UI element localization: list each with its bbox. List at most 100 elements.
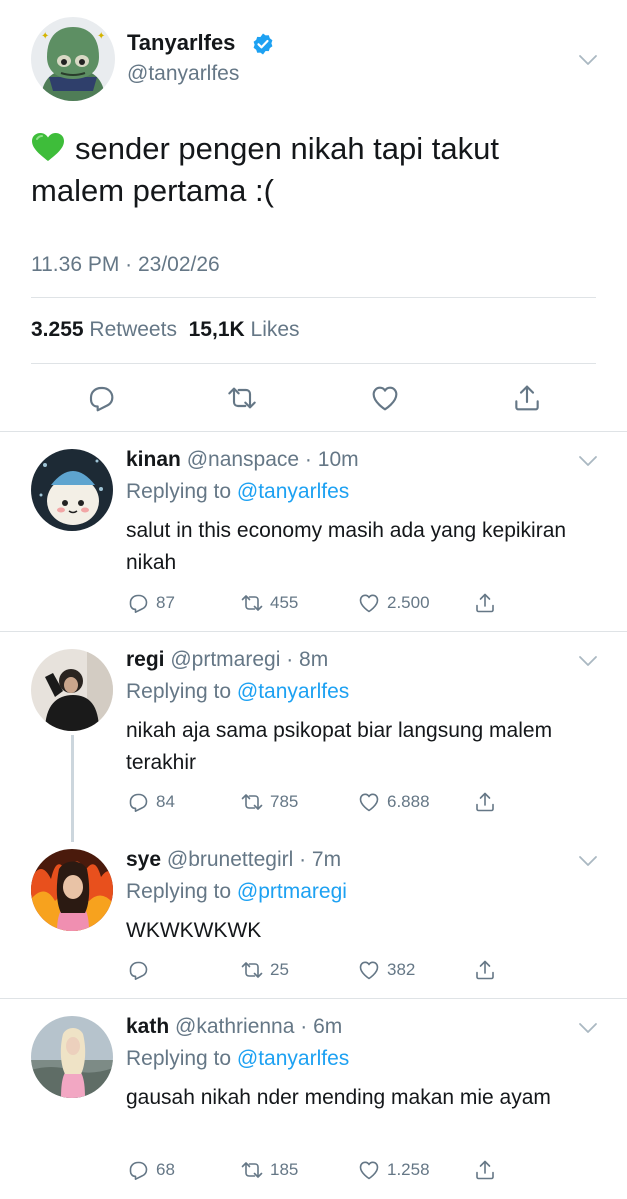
retweet-count: 185 [270, 1160, 299, 1179]
like-button[interactable]: 1.258 [357, 1158, 430, 1182]
reply-actions: 84 785 6.888 [126, 790, 606, 818]
reply-count: 87 [156, 593, 175, 612]
share-icon [473, 958, 497, 982]
like-icon [357, 958, 381, 982]
likes-count[interactable]: 15,1K [189, 318, 245, 341]
handle-time[interactable]: @nanspace · 10m [187, 448, 359, 471]
retweet-count: 785 [270, 792, 299, 811]
reply-tweet[interactable]: kinan @nanspace · 10m Replying to @tanya… [0, 432, 627, 632]
verified-badge-icon [251, 32, 275, 56]
retweet-icon [240, 790, 264, 814]
share-button[interactable] [473, 958, 503, 982]
share-icon [473, 1158, 497, 1182]
author-name[interactable]: Tanyarlfes [127, 30, 235, 56]
retweets-label[interactable]: Retweets [89, 318, 177, 341]
like-button[interactable]: 2.500 [357, 591, 430, 615]
chevron-down-icon[interactable] [577, 454, 599, 468]
reply-button[interactable]: 87 [126, 591, 175, 615]
likes-label[interactable]: Likes [251, 318, 300, 341]
replying-to-link[interactable]: @tanyarlfes [237, 680, 349, 703]
reply-tweet[interactable]: kath @kathrienna · 6m Replying to @tanya… [0, 999, 627, 1199]
chevron-down-icon[interactable] [577, 1021, 599, 1035]
replying-prefix: Replying to [126, 880, 232, 903]
handle-time[interactable]: @brunettegirl · 7m [167, 848, 341, 871]
reply-text: salut in this economy masih ada yang kep… [126, 519, 567, 574]
replying-to: Replying to @tanyarlfes [126, 1047, 349, 1071]
reply-actions: 68 185 1.258 [126, 1158, 606, 1186]
like-button[interactable]: 6.888 [357, 790, 430, 814]
author-avatar[interactable]: ✦ ✦ [31, 17, 115, 101]
share-icon [473, 591, 497, 615]
display-name[interactable]: regi [126, 648, 165, 671]
reply-tweet[interactable]: sye @brunettegirl · 7m Replying to @prtm… [0, 832, 627, 999]
avatar[interactable] [31, 649, 113, 731]
retweet-count: 455 [270, 593, 299, 612]
avatar[interactable] [31, 1016, 113, 1098]
chevron-down-icon[interactable] [577, 654, 599, 668]
retweet-icon [240, 591, 264, 615]
reply-tweet[interactable]: regi @prtmaregi · 8m Replying to @tanyar… [0, 632, 627, 842]
replying-to-link[interactable]: @tanyarlfes [237, 480, 349, 503]
like-button[interactable]: 382 [357, 958, 415, 982]
tweet-text: sender pengen nikah tapi takut malem per… [31, 128, 591, 212]
chevron-down-icon[interactable] [577, 53, 599, 67]
avatar[interactable] [31, 449, 113, 531]
handle-time[interactable]: @prtmaregi · 8m [170, 648, 328, 671]
reply-text: gausah nikah nder mending makan mie ayam [126, 1086, 551, 1109]
author-handle[interactable]: @tanyarlfes [127, 62, 239, 86]
reply-author[interactable]: kinan @nanspace · 10m [126, 448, 359, 472]
replying-to-link[interactable]: @tanyarlfes [237, 1047, 349, 1070]
reply-author[interactable]: sye @brunettegirl · 7m [126, 848, 341, 872]
tweet-timestamp[interactable]: 11.36 PM · 23/02/26 [31, 253, 220, 277]
replying-to: Replying to @tanyarlfes [126, 680, 349, 704]
share-button[interactable] [473, 591, 503, 615]
like-count: 2.500 [387, 593, 430, 612]
reply-text: WKWKWKWK [126, 919, 262, 942]
replying-to: Replying to @prtmaregi [126, 880, 347, 904]
reply-icon [126, 591, 150, 615]
display-name[interactable]: kath [126, 1015, 169, 1038]
like-icon [357, 790, 381, 814]
share-icon[interactable] [511, 382, 543, 414]
reply-button[interactable]: 68 [126, 1158, 175, 1182]
replying-prefix: Replying to [126, 480, 232, 503]
reply-author[interactable]: kath @kathrienna · 6m [126, 1015, 342, 1039]
reply-icon [126, 958, 150, 982]
display-name[interactable]: sye [126, 848, 161, 871]
retweet-icon[interactable] [226, 382, 258, 414]
retweet-icon [240, 1158, 264, 1182]
handle-time[interactable]: @kathrienna · 6m [175, 1015, 342, 1038]
share-icon [473, 790, 497, 814]
replying-to-link[interactable]: @prtmaregi [237, 880, 347, 903]
tweet-stats: 3.255 Retweets 15,1K Likes [31, 318, 300, 342]
main-tweet: ✦ ✦ Tanyarlfes @tanyarlfes sender pengen… [0, 0, 627, 432]
reply-actions: 25 382 [126, 958, 606, 986]
like-count: 382 [387, 960, 416, 979]
tweet-body: sender pengen nikah tapi takut malem per… [31, 131, 499, 208]
replying-to: Replying to @tanyarlfes [126, 480, 349, 504]
display-name[interactable]: kinan [126, 448, 181, 471]
like-icon [357, 591, 381, 615]
reply-button[interactable]: 84 [126, 790, 175, 814]
chevron-down-icon[interactable] [577, 854, 599, 868]
retweet-button[interactable]: 785 [240, 790, 298, 814]
retweets-count[interactable]: 3.255 [31, 318, 84, 341]
retweet-icon [240, 958, 264, 982]
reply-icon[interactable] [85, 382, 117, 414]
share-button[interactable] [473, 1158, 503, 1182]
divider [31, 363, 596, 364]
replying-prefix: Replying to [126, 680, 232, 703]
avatar[interactable] [31, 849, 113, 931]
retweet-button[interactable]: 455 [240, 591, 298, 615]
retweet-button[interactable]: 25 [240, 958, 289, 982]
svg-text:✦: ✦ [97, 31, 105, 42]
like-icon[interactable] [369, 382, 401, 414]
reply-button[interactable] [126, 958, 156, 982]
reply-count: 68 [156, 1160, 175, 1179]
reply-author[interactable]: regi @prtmaregi · 8m [126, 648, 328, 672]
share-button[interactable] [473, 790, 503, 814]
thread-line [71, 735, 74, 842]
reply-actions: 87 455 2.500 [126, 591, 606, 619]
like-count: 6.888 [387, 792, 430, 811]
retweet-button[interactable]: 185 [240, 1158, 298, 1182]
